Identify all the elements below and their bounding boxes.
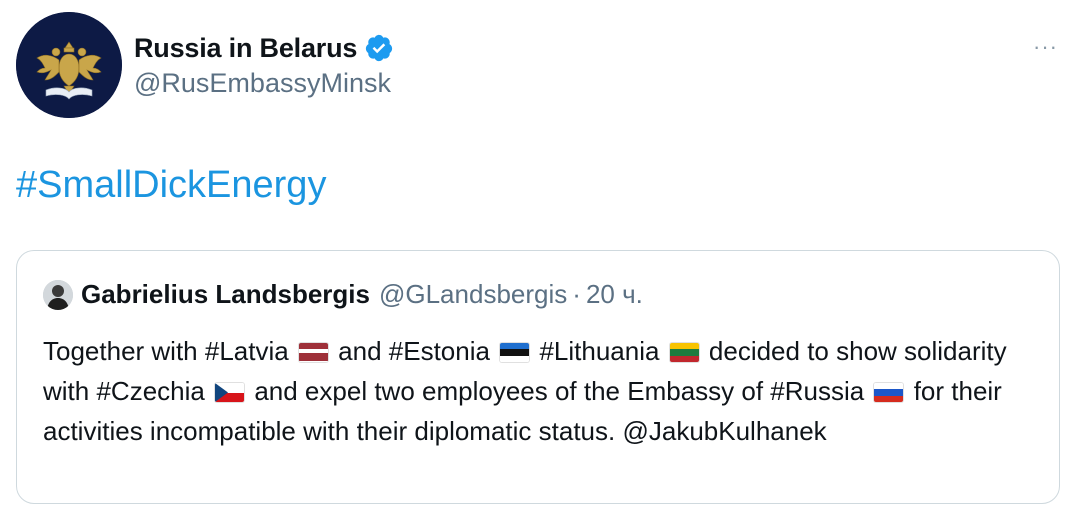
hashtag-estonia: #Estonia <box>388 336 490 366</box>
author-name-row[interactable]: Russia in Belarus <box>134 30 394 66</box>
author-handle[interactable]: @RusEmbassyMinsk <box>134 68 391 99</box>
mention-link: @JakubKulhanek <box>622 416 827 446</box>
flag-lithuania-icon <box>669 343 699 362</box>
author-display-name[interactable]: Russia in Belarus <box>134 33 357 64</box>
hashtag-lithuania: #Lithuania <box>539 336 660 366</box>
hashtag-czechia: #Czechia <box>96 376 205 406</box>
more-options-icon[interactable]: ··· <box>1033 34 1058 60</box>
text-segment: and <box>330 336 389 366</box>
separator-dot: · <box>572 279 581 309</box>
quoted-author-display-name[interactable]: Gabrielius Landsbergis <box>81 279 370 310</box>
quoted-tweet-card[interactable]: Gabrielius Landsbergis @GLandsbergis · 2… <box>16 250 1060 504</box>
double-headed-eagle-emblem-icon <box>16 12 122 118</box>
hashtag-latvia: #Latvia <box>204 336 289 366</box>
quoted-author-handle[interactable]: @GLandsbergis <box>379 279 567 310</box>
quoted-timestamp[interactable]: 20 ч. <box>586 279 643 310</box>
tweet-text: #SmallDickEnergy <box>16 164 326 207</box>
text-segment: and expel two employees of the Embassy o… <box>247 376 771 406</box>
flag-russia-icon <box>874 383 904 402</box>
quoted-author-avatar[interactable] <box>43 279 73 310</box>
quoted-tweet-text: Together with #Latvia and #Estonia #Lith… <box>43 331 1033 451</box>
quoted-tweet-header: Gabrielius Landsbergis @GLandsbergis · 2… <box>43 279 643 310</box>
author-avatar[interactable] <box>16 12 122 118</box>
flag-latvia-icon <box>298 343 328 362</box>
text-segment: Together with <box>43 336 205 366</box>
hashtag-russia: #Russia <box>770 376 865 406</box>
verified-badge-icon <box>364 33 394 63</box>
flag-estonia-icon <box>500 343 530 362</box>
hashtag-link[interactable]: #SmallDickEnergy <box>16 164 326 206</box>
flag-czechia-icon <box>215 383 245 402</box>
